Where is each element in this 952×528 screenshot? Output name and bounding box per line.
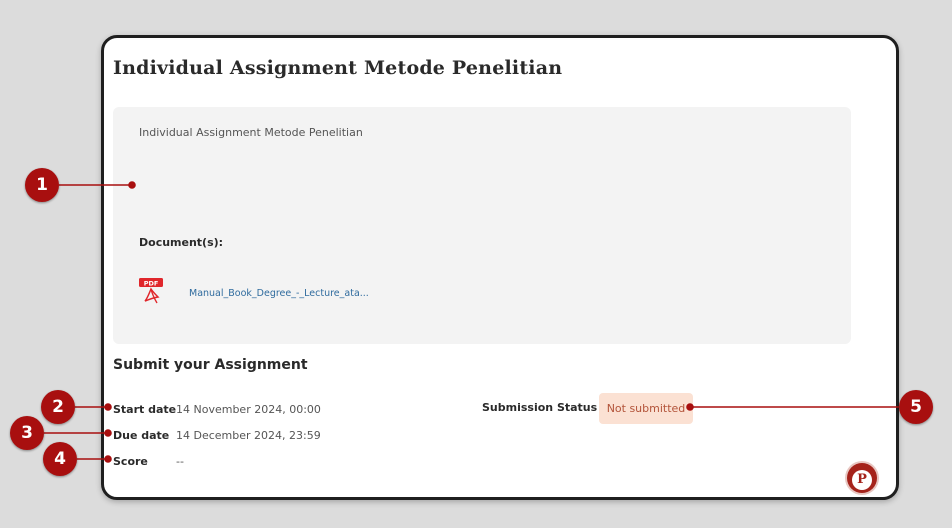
documents-label: Document(s): [139, 236, 224, 249]
due-date-value: 14 December 2024, 23:59 [176, 429, 321, 442]
annotation-marker-4: 4 [43, 442, 77, 476]
annotation-marker-2: 2 [41, 390, 75, 424]
submission-status-label: Submission Status [482, 401, 598, 414]
annotation-marker-5: 5 [899, 390, 933, 424]
annotation-marker-3: 3 [10, 416, 44, 450]
score-value: -- [176, 455, 184, 468]
start-date-value: 14 November 2024, 00:00 [176, 403, 321, 416]
score-label: Score [113, 455, 148, 468]
document-link[interactable]: Manual_Book_Degree_-_Lecture_ata... [189, 288, 369, 299]
chat-assistant-button[interactable]: P [847, 463, 877, 493]
assignment-card: Individual Assignment Metode Penelitian … [101, 35, 899, 500]
assignment-description: Individual Assignment Metode Penelitian [139, 126, 363, 139]
submit-section-title: Submit your Assignment [113, 357, 308, 373]
pdf-file-icon[interactable]: PDF [139, 276, 171, 306]
page-title: Individual Assignment Metode Penelitian [113, 57, 563, 79]
fab-letter: P [852, 470, 872, 490]
assignment-description-panel: Individual Assignment Metode Penelitian … [113, 107, 851, 344]
start-date-label: Start date [113, 403, 177, 416]
submission-status-badge: Not submitted [599, 393, 693, 424]
due-date-label: Due date [113, 429, 170, 442]
annotation-marker-1: 1 [25, 168, 59, 202]
pdf-badge-text: PDF [144, 280, 159, 288]
